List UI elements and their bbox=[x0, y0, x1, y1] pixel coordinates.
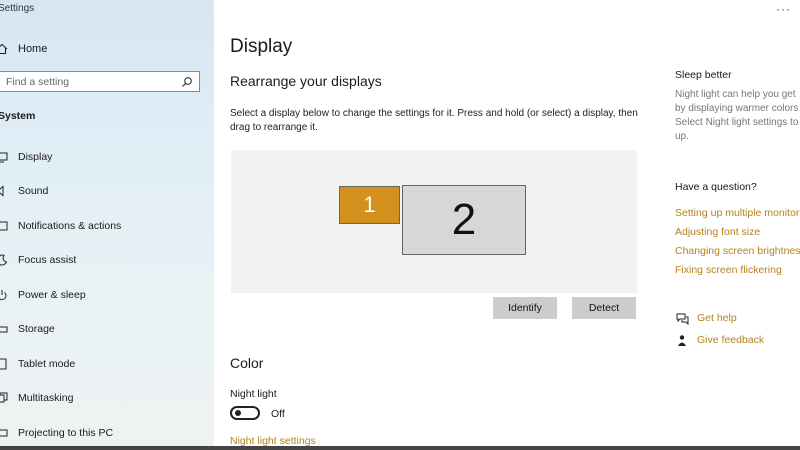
link-font-size[interactable]: Adjusting font size bbox=[675, 226, 760, 238]
display-2-tile[interactable]: 2 bbox=[402, 185, 526, 255]
storage-icon bbox=[0, 323, 8, 335]
sidebar-item-multitasking[interactable]: Multitasking bbox=[0, 389, 212, 407]
sidebar-item-storage[interactable]: Storage bbox=[0, 320, 212, 338]
sidebar-item-sound[interactable]: Sound bbox=[0, 182, 212, 200]
window-title: Settings bbox=[0, 3, 35, 14]
sidebar-item-power-sleep[interactable]: Power & sleep bbox=[0, 286, 212, 304]
sidebar-item-tablet-mode[interactable]: Tablet mode bbox=[0, 355, 212, 373]
sidebar-item-label: Storage bbox=[18, 323, 55, 335]
sidebar-item-projecting[interactable]: Projecting to this PC bbox=[0, 424, 212, 442]
search-input[interactable]: Find a setting bbox=[0, 71, 200, 92]
sidebar-item-display[interactable]: Display bbox=[0, 148, 212, 166]
sleep-text-line: by displaying warmer colors bbox=[675, 103, 799, 114]
get-help-label: Get help bbox=[697, 312, 737, 324]
search-placeholder: Find a setting bbox=[6, 75, 70, 88]
notification-icon bbox=[0, 220, 8, 232]
rearrange-heading: Rearrange your displays bbox=[230, 73, 382, 89]
more-options-icon[interactable]: ··· bbox=[776, 2, 791, 16]
sidebar-item-focus-assist[interactable]: Focus assist bbox=[0, 251, 212, 269]
link-multiple-monitors[interactable]: Setting up multiple monitors bbox=[675, 207, 800, 219]
home-icon bbox=[0, 42, 8, 56]
night-light-state: Off bbox=[271, 408, 285, 420]
get-help-link[interactable]: Get help bbox=[675, 311, 737, 325]
sleep-better-text: Night light can help you get by displayi… bbox=[675, 88, 800, 144]
section-label-system: System bbox=[0, 110, 36, 122]
sleep-text-line: up. bbox=[675, 131, 689, 142]
sleep-text-line: Select Night light settings to bbox=[675, 117, 799, 128]
link-screen-flickering[interactable]: Fixing screen flickering bbox=[675, 264, 782, 276]
main-content: Display Rearrange your displays Select a… bbox=[214, 0, 654, 450]
toggle-knob bbox=[235, 410, 241, 416]
tablet-icon bbox=[0, 358, 8, 370]
sidebar-item-label: Focus assist bbox=[18, 254, 77, 266]
sidebar: Settings Home Find a setting System Disp… bbox=[0, 0, 214, 450]
projector-icon bbox=[0, 427, 8, 439]
sleep-text-line: Night light can help you get bbox=[675, 89, 796, 100]
page-title: Display bbox=[230, 36, 293, 57]
link-screen-brightness[interactable]: Changing screen brightness bbox=[675, 245, 800, 257]
display-arrangement-area[interactable]: 1 2 bbox=[231, 150, 637, 293]
multitasking-icon bbox=[0, 392, 8, 404]
give-feedback-link[interactable]: Give feedback bbox=[675, 333, 764, 347]
speaker-icon bbox=[0, 185, 8, 197]
question-heading: Have a question? bbox=[675, 181, 757, 193]
sidebar-item-label: Display bbox=[18, 151, 53, 163]
sidebar-item-label: Tablet mode bbox=[18, 358, 76, 370]
home-label: Home bbox=[18, 43, 48, 55]
color-heading: Color bbox=[230, 355, 264, 371]
sleep-better-heading: Sleep better bbox=[675, 69, 732, 81]
identify-button[interactable]: Identify bbox=[493, 297, 557, 319]
sidebar-item-label: Power & sleep bbox=[18, 289, 86, 301]
home-nav-item[interactable]: Home bbox=[0, 40, 47, 58]
display-1-tile[interactable]: 1 bbox=[339, 186, 400, 224]
sidebar-item-notifications[interactable]: Notifications & actions bbox=[0, 217, 212, 235]
night-light-toggle[interactable] bbox=[230, 406, 260, 420]
give-feedback-label: Give feedback bbox=[697, 334, 765, 346]
night-light-label: Night light bbox=[230, 388, 277, 400]
sidebar-item-label: Notifications & actions bbox=[18, 220, 122, 232]
detect-button[interactable]: Detect bbox=[572, 297, 636, 319]
rearrange-description: Select a display below to change the set… bbox=[230, 108, 638, 133]
sidebar-item-label: Sound bbox=[18, 185, 49, 197]
chat-help-icon bbox=[675, 311, 689, 325]
search-icon[interactable] bbox=[180, 75, 194, 89]
related-panel: Sleep better Night light can help you ge… bbox=[654, 0, 800, 450]
sidebar-item-label: Multitasking bbox=[18, 392, 74, 404]
feedback-icon bbox=[675, 333, 689, 347]
sidebar-item-label: Projecting to this PC bbox=[18, 427, 114, 439]
taskbar-edge bbox=[0, 446, 800, 450]
power-icon bbox=[0, 289, 8, 301]
monitor-icon bbox=[0, 151, 8, 163]
moon-icon bbox=[0, 254, 8, 266]
